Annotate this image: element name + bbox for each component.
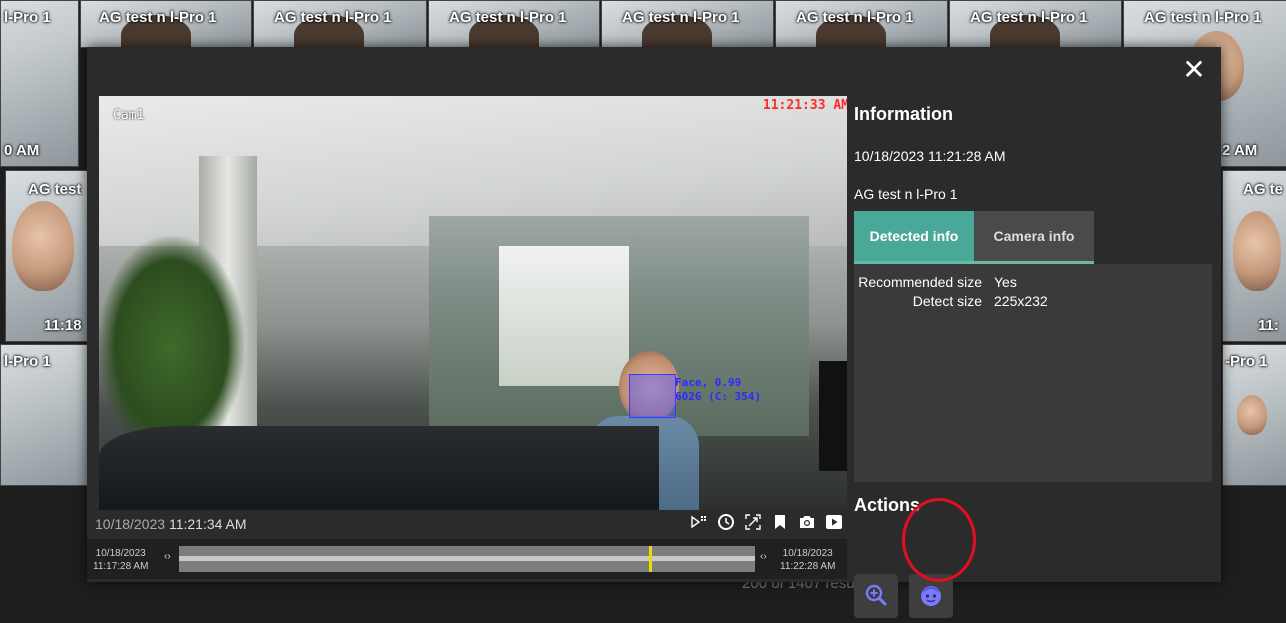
thumbnail[interactable]: AG test n l-Pro 1	[949, 0, 1122, 48]
video-controls	[690, 513, 843, 531]
thumbnail[interactable]: l-Pro 1 0 AM	[0, 0, 79, 167]
camera-name: AG test n l-Pro 1	[854, 186, 958, 202]
thumbnail-time: 11:18	[44, 317, 82, 334]
thumbnail-time: 2 AM	[1222, 142, 1258, 159]
thumbnail-label: l-Pro 1	[4, 9, 51, 26]
clock-icon[interactable]	[717, 513, 735, 531]
detection-datetime: 10/18/2023 11:21:28 AM	[854, 148, 1006, 164]
play-icon[interactable]	[825, 513, 843, 531]
camera-icon[interactable]	[798, 513, 816, 531]
video-overlay-time: 11:21:33 AM	[762, 98, 847, 113]
detail-label: Recommended size	[858, 274, 982, 290]
thumbnail-label: -Pro 1	[1225, 353, 1268, 370]
thumbnail-label: l-Pro 1	[4, 353, 51, 370]
thumbnail-label: AG test n l-Pro 1	[970, 9, 1088, 26]
thumbnail[interactable]: -Pro 1	[1222, 344, 1286, 486]
thumbnail[interactable]: AG test n l-Pro 1	[253, 0, 427, 48]
information-title: Information	[854, 104, 953, 124]
thumbnail-label: AG test n l-Pro 1	[449, 9, 567, 26]
video-timestamp: 10/18/2023 11:21:34 AM	[95, 516, 247, 532]
thumbnail-time: 11:	[1258, 317, 1279, 334]
detail-label: Detect size	[912, 293, 982, 309]
thumbnail-label: AG test n l-Pro 1	[622, 9, 740, 26]
timeline-end: 10/18/2023 11:22:28 AM	[780, 548, 836, 572]
face-detection-box	[629, 374, 676, 418]
detected-info-details: Recommended size Yes Detect size 225x232	[854, 264, 1212, 482]
information-panel: Information 10/18/2023 11:21:28 AM AG te…	[854, 104, 1214, 618]
tab-camera-info[interactable]: Camera info	[974, 211, 1094, 264]
close-icon[interactable]: ✕	[1179, 55, 1209, 85]
video-control-bar: 10/18/2023 11:21:34 AM	[87, 510, 847, 536]
thumbnail[interactable]: AG te 11:	[1222, 170, 1286, 342]
bookmark-icon[interactable]	[771, 513, 789, 531]
detail-value: Yes	[994, 274, 1017, 290]
thumbnail-label: AG test	[28, 181, 82, 198]
timeline-track[interactable]	[179, 546, 755, 572]
info-tabs: Detected info Camera info	[854, 211, 1094, 264]
zoom-in-button[interactable]	[854, 574, 898, 618]
timeline-start-handle[interactable]: ‹›	[164, 551, 171, 562]
thumbnail-label: AG test n l-Pro 1	[99, 9, 217, 26]
frame-step-icon[interactable]	[690, 513, 708, 531]
zoom-in-icon	[865, 584, 887, 606]
thumbnail[interactable]: AG test n l-Pro 1	[601, 0, 774, 48]
thumbnail[interactable]: AG test n l-Pro 1	[80, 0, 252, 48]
video-player[interactable]: Cam1 11:21:33 AM Face, 0.99 6026 (C: 354…	[99, 96, 847, 510]
thumbnail-label: AG test n l-Pro 1	[796, 9, 914, 26]
zoom-region-icon[interactable]	[744, 513, 762, 531]
thumbnail-label: AG test n l-Pro 1	[274, 9, 392, 26]
thumbnail[interactable]: AG test n l-Pro 1	[775, 0, 948, 48]
detail-modal: ✕ Cam1 11:21:33 AM Face, 0.99 6026 (C: 3…	[87, 47, 1221, 618]
thumbnail-time: 0 AM	[4, 142, 40, 159]
thumbnail-label: AG te	[1243, 181, 1284, 198]
modal-header: ✕	[87, 47, 1221, 95]
timeline-position-marker[interactable]	[649, 546, 652, 572]
face-detection-label: Face, 0.99 6026 (C: 354)	[675, 376, 762, 403]
tab-detected-info[interactable]: Detected info	[854, 211, 974, 264]
detail-value: 225x232	[994, 293, 1048, 309]
timeline-start: 10/18/2023 11:17:28 AM	[93, 548, 149, 572]
thumbnail[interactable]: AG test 11:18	[5, 170, 89, 342]
timeline-end-handle[interactable]: ‹›	[760, 551, 767, 562]
thumbnail-label: AG test n l-Pro 1	[1144, 9, 1262, 26]
camera-label: Cam1	[113, 108, 145, 123]
thumbnail[interactable]: l-Pro 1	[0, 344, 89, 486]
highlight-annotation	[902, 498, 976, 582]
timeline[interactable]: 10/18/2023 11:17:28 AM ‹› ‹› 10/18/2023 …	[87, 539, 847, 579]
thumbnail[interactable]: AG test n l-Pro 1	[428, 0, 600, 48]
